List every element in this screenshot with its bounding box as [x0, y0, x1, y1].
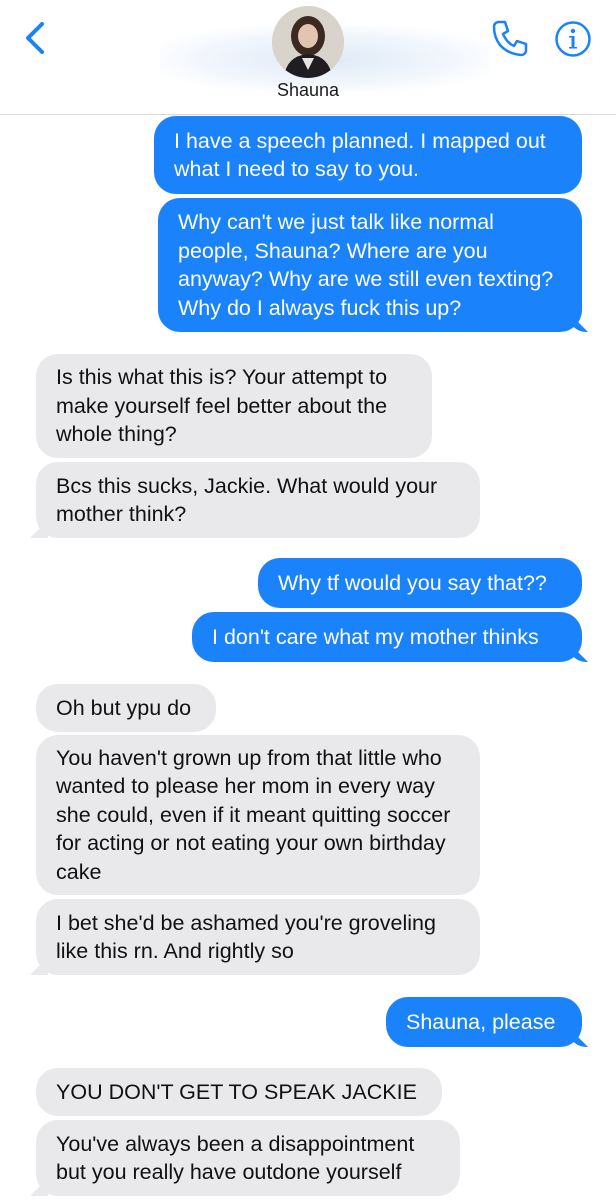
message-bubble-received[interactable]: You've always been a disappointment but … [36, 1120, 460, 1196]
chevron-left-icon[interactable] [18, 18, 52, 58]
message-text: Shauna, please [406, 1009, 556, 1034]
info-icon[interactable] [554, 20, 592, 58]
message-bubble-sent[interactable]: Why can't we just talk like normal peopl… [158, 198, 582, 332]
message-text: YOU DON'T GET TO SPEAK JACKIE [56, 1079, 417, 1104]
message-bubble-sent[interactable]: I have a speech planned. I mapped out wh… [154, 116, 582, 194]
message-bubble-received[interactable]: YOU DON'T GET TO SPEAK JACKIE [36, 1068, 442, 1116]
message-thread[interactable]: I have a speech planned. I mapped out wh… [0, 0, 616, 1200]
message-text: Bcs this sucks, Jackie. What would your … [56, 473, 438, 527]
message-text: Why tf would you say that?? [278, 570, 547, 595]
message-text: I bet she'd be ashamed you're groveling … [56, 910, 436, 964]
message-bubble-received[interactable]: Bcs this sucks, Jackie. What would your … [36, 462, 480, 538]
conversation-header: Shauna [0, 0, 616, 115]
message-bubble-received[interactable]: Is this what this is? Your attempt to ma… [36, 354, 432, 458]
message-bubble-sent[interactable]: Shauna, please [386, 997, 582, 1047]
message-text: Is this what this is? Your attempt to ma… [56, 365, 388, 447]
message-bubble-received[interactable]: Oh but ypu do [36, 684, 216, 732]
message-text: I don't care what my mother thinks [212, 624, 539, 649]
message-text: I have a speech planned. I mapped out wh… [174, 128, 546, 182]
message-text: You haven't grown up from that little wh… [56, 745, 451, 884]
contact-name[interactable]: Shauna [0, 80, 616, 101]
message-bubble-sent[interactable]: I don't care what my mother thinks [192, 612, 582, 662]
message-bubble-sent[interactable]: Why tf would you say that?? [258, 558, 582, 608]
message-bubble-received[interactable]: I bet she'd be ashamed you're groveling … [36, 899, 480, 975]
message-text: Why can't we just talk like normal peopl… [178, 210, 554, 320]
message-text: You've always been a disappointment but … [56, 1131, 415, 1185]
phone-icon[interactable] [490, 18, 530, 58]
message-text: Oh but ypu do [56, 695, 192, 720]
avatar[interactable] [272, 6, 344, 78]
message-bubble-received[interactable]: You haven't grown up from that little wh… [36, 735, 480, 895]
